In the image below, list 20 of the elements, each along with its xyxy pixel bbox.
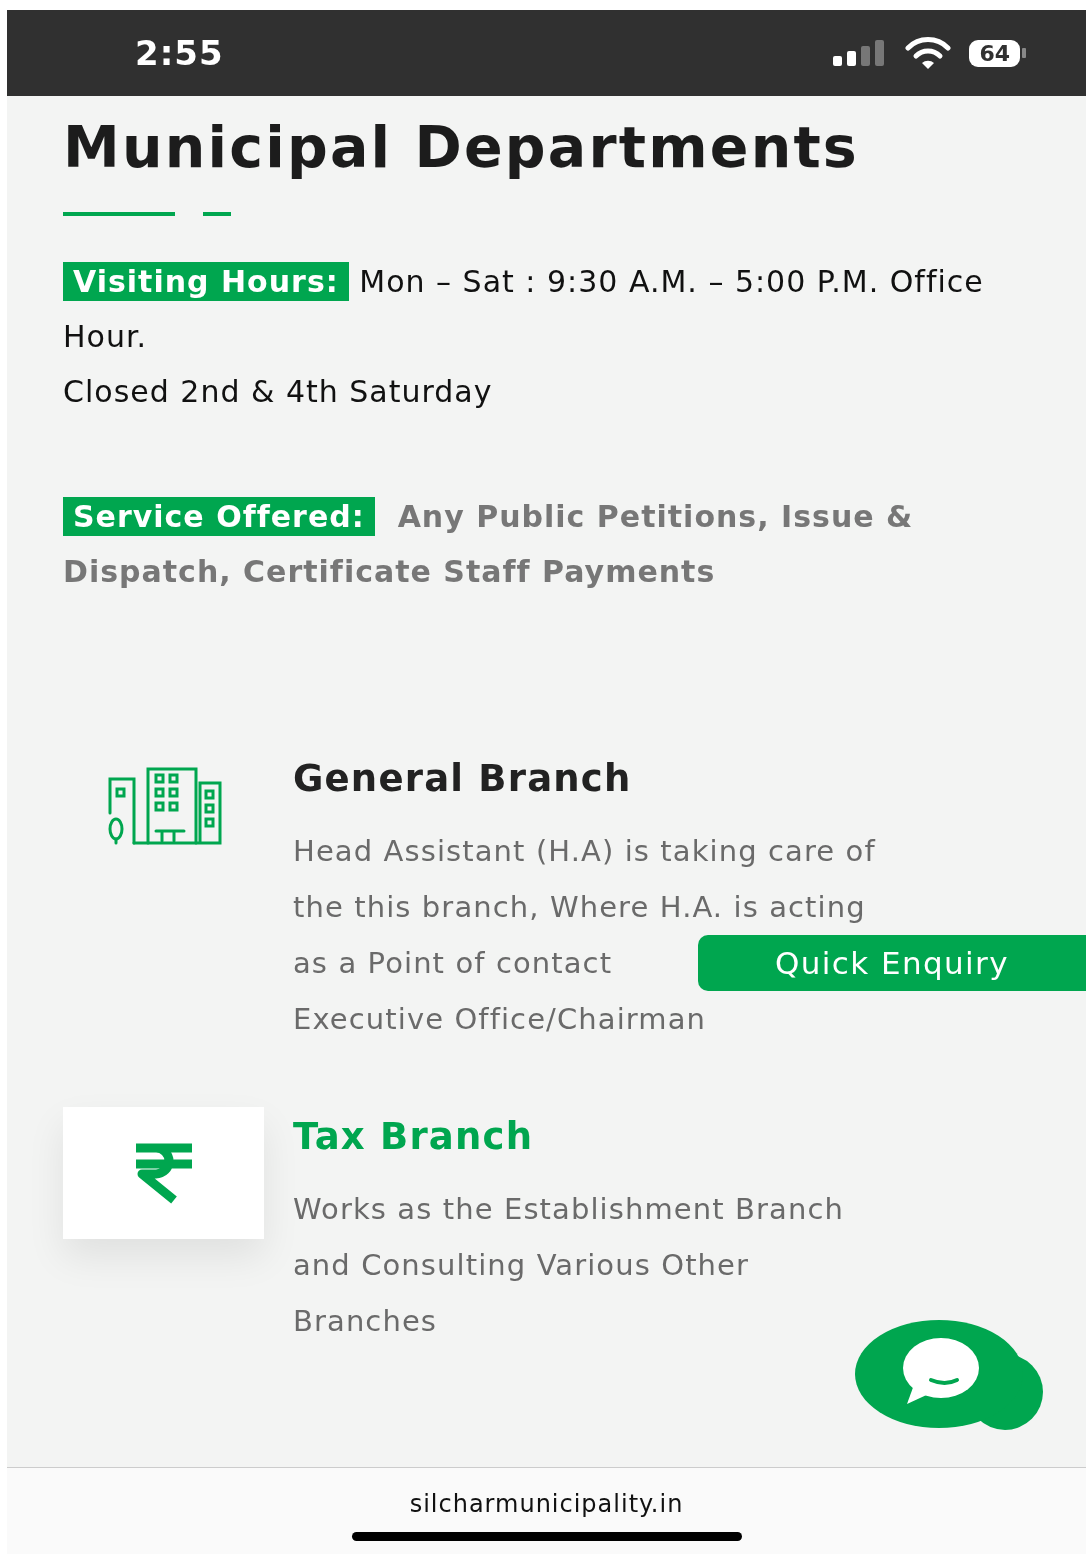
services-text: Service Offered: Any Public Petitions, Issue & Dispatch, Certificate Staff Payments	[63, 496, 915, 591]
branch-title: General Branch	[293, 756, 633, 802]
visiting-hours-text: Visiting Hours: Mon – Sat : 9:30 A.M. – 5:00 P.M. Office Hour.	[63, 261, 985, 356]
site-address: silcharmunicipality.in	[409, 1490, 684, 1518]
page-title: Municipal Departments	[63, 113, 860, 178]
closed-note: Closed 2nd & 4th Saturday	[63, 373, 494, 411]
branch-title: Tax Branch	[293, 1114, 535, 1160]
title-underline-dash	[203, 212, 231, 216]
rupee-icon	[133, 1142, 194, 1204]
description-line: Works as the Establishment Branch	[293, 1191, 844, 1228]
description-line: and Consulting Various Other	[293, 1247, 750, 1284]
clock-time: 2:55	[135, 33, 225, 73]
description-line: Executive Office/Chairman	[293, 1001, 707, 1038]
description-line: the this branch, Where H.A. is acting	[293, 889, 866, 926]
description-line: as a Point of contact	[293, 945, 613, 982]
description-line: Branches	[293, 1303, 438, 1340]
wifi-icon	[905, 37, 952, 69]
chat-button[interactable]	[855, 1320, 1045, 1432]
description-line: Head Assistant (H.A) is taking care of	[293, 833, 876, 870]
quick-enquiry-button[interactable]: Quick Enquiry	[698, 935, 1086, 991]
